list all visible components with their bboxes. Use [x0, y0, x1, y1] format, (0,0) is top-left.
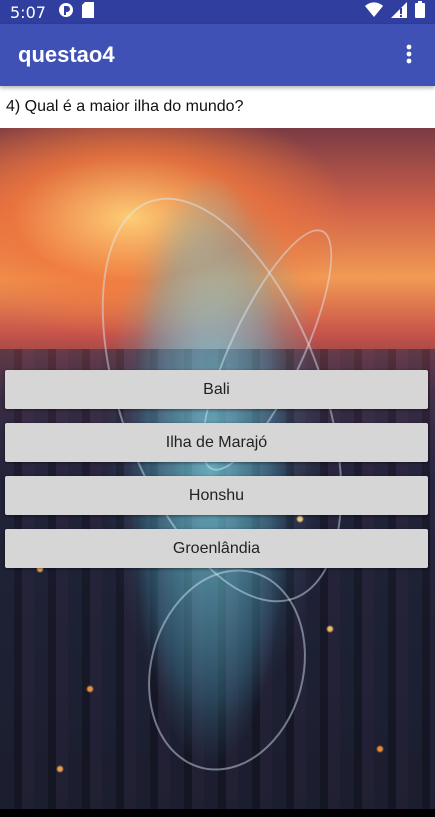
answer-button-3[interactable]: Honshu: [5, 476, 428, 515]
app-bar: questao4: [0, 24, 435, 86]
signal-icon: [391, 1, 407, 23]
question-text: 4) Qual é a maior ilha do mundo?: [6, 98, 244, 115]
answer-button-1[interactable]: Bali: [5, 370, 428, 409]
navigation-bar: [0, 809, 435, 817]
app-title: questao4: [18, 42, 115, 67]
wifi-icon: [365, 1, 383, 23]
status-bar: 5:07: [0, 0, 435, 24]
battery-icon: [415, 1, 425, 23]
sd-card-icon: [81, 1, 94, 23]
answer-button-4[interactable]: Groenlândia: [5, 529, 428, 568]
status-time: 5:07: [10, 2, 46, 22]
question-row: 4) Qual é a maior ilha do mundo?: [0, 86, 435, 128]
app-notification-icon: [58, 2, 74, 23]
answer-list: Bali Ilha de Marajó Honshu Groenlândia: [5, 370, 428, 582]
overflow-menu-icon[interactable]: [397, 42, 421, 66]
answer-button-2[interactable]: Ilha de Marajó: [5, 423, 428, 462]
status-right-icons: [365, 1, 425, 23]
